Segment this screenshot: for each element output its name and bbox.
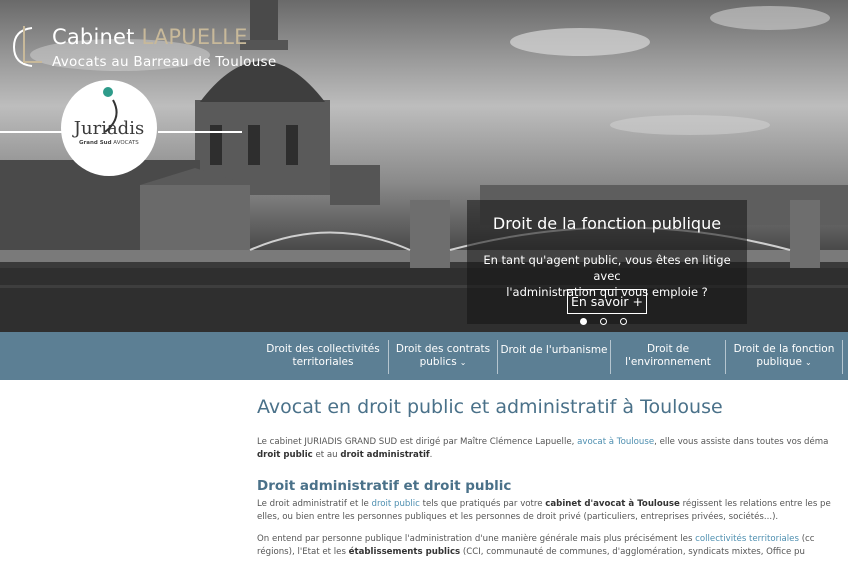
- section-paragraph-2-line2: régions), l'Etat et les établissements p…: [257, 547, 805, 557]
- main-content: Avocat en droit public et administratif …: [257, 396, 848, 559]
- nav-item-fonction-publique[interactable]: Droit de la fonction publique ⌄: [726, 332, 842, 380]
- logo-divider-right: [158, 131, 242, 133]
- juriadis-logo[interactable]: Juriadis Grand Sud AVOCATS: [61, 80, 157, 176]
- learn-more-button[interactable]: En savoir +: [567, 289, 647, 314]
- site-title: Cabinet LAPUELLE: [52, 25, 248, 49]
- nav-item-environnement[interactable]: Droit de l'environnement: [611, 332, 725, 380]
- section-paragraph-2: On entend par personne publique l'admini…: [257, 534, 815, 544]
- nav-item-urbanisme[interactable]: Droit de l'urbanisme: [498, 332, 610, 380]
- intro-paragraph: Le cabinet JURIADIS GRAND SUD est dirigé…: [257, 437, 829, 447]
- intro-paragraph-line2: droit public et au droit administratif.: [257, 450, 433, 460]
- logo-divider-left: [0, 131, 64, 133]
- slide-title: Droit de la fonction publique: [492, 214, 722, 233]
- nav-separator: [842, 340, 843, 374]
- slide-caption: Droit de la fonction publique En tant qu…: [467, 200, 747, 324]
- slider-pagination: [580, 318, 627, 325]
- site-brand[interactable]: Cabinet LAPUELLE Avocats au Barreau de T…: [8, 22, 277, 72]
- cl-monogram-icon: [12, 26, 42, 67]
- link-collectivites[interactable]: collectivités territoriales: [695, 534, 799, 544]
- nav-item-collectivites[interactable]: Droit des collectivités territoriales: [258, 332, 388, 380]
- hero-slider: Cabinet LAPUELLE Avocats au Barreau de T…: [0, 0, 848, 332]
- section-heading: Droit administratif et droit public: [257, 478, 512, 494]
- section-paragraph: Le droit administratif et le droit publi…: [257, 499, 831, 509]
- chevron-down-icon: ⌄: [459, 358, 467, 367]
- nav-item-contrats-publics[interactable]: Droit des contrats publics ⌄: [389, 332, 497, 380]
- main-navigation: Droit des collectivités territoriales Dro…: [0, 332, 848, 380]
- slider-dot-2[interactable]: [600, 318, 607, 325]
- slider-dot-3[interactable]: [620, 318, 627, 325]
- logo-subtitle: Grand Sud AVOCATS: [79, 140, 139, 146]
- link-avocat-toulouse[interactable]: avocat à Toulouse: [577, 437, 654, 447]
- section-paragraph-line2: elles, ou bien entre les personnes publi…: [257, 512, 779, 522]
- page-title: Avocat en droit public et administratif …: [257, 396, 723, 418]
- link-droit-public[interactable]: droit public: [371, 499, 419, 509]
- logo-name: Juriadis: [73, 118, 145, 139]
- chevron-down-icon: ⌄: [804, 358, 812, 367]
- slider-dot-1[interactable]: [580, 318, 587, 325]
- site-subtitle: Avocats au Barreau de Toulouse: [52, 54, 277, 70]
